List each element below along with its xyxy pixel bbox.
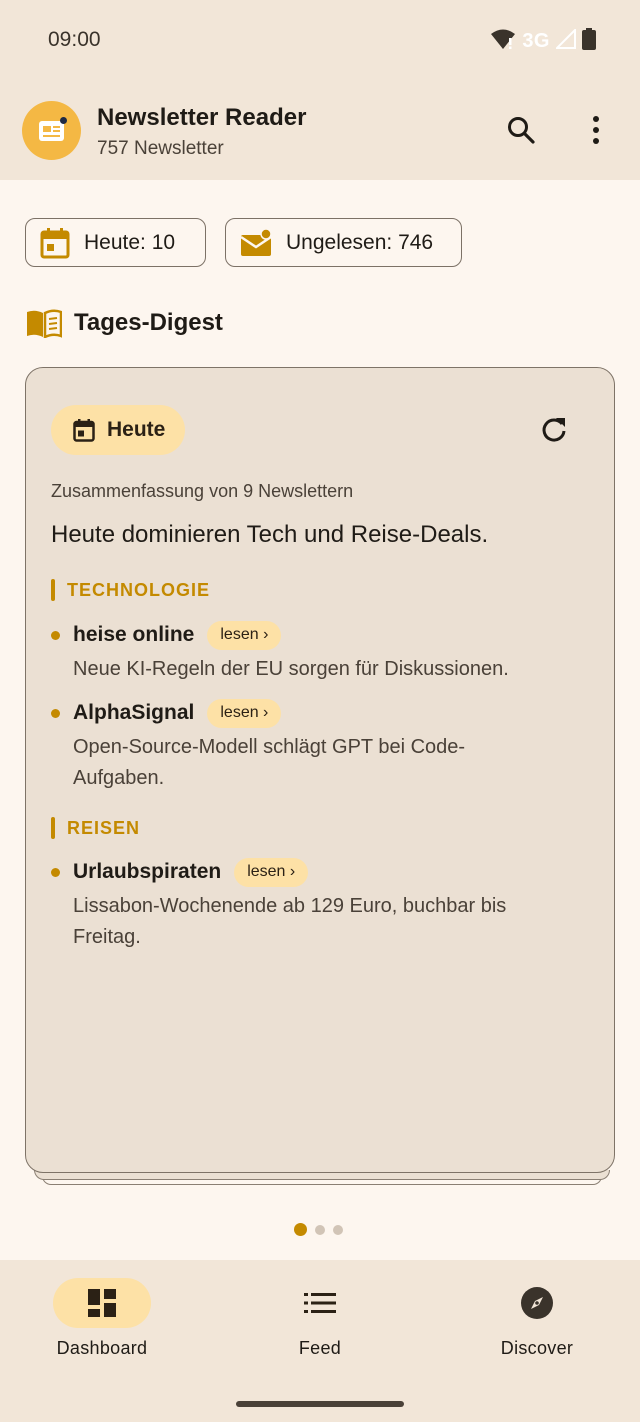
item-summary: Neue KI-Regeln der EU sorgen für Diskuss… [73,658,509,680]
read-button[interactable]: lesen › [207,698,282,728]
newsletter-count: 757 Newsletter [97,138,224,159]
item-source: Urlaubspiraten [73,860,222,883]
nav-item-discover[interactable]: Discover [447,1278,627,1359]
status-bar: 09:00 3G [0,0,640,80]
search-button[interactable] [497,106,545,154]
category-label: REISEN [67,817,141,838]
page-indicator[interactable] [294,1223,343,1236]
unread-chip[interactable]: Ungelesen: 746 [225,218,462,267]
network-type: 3G [522,30,550,52]
today-count-label: Heute: 10 [84,230,176,254]
today-chip[interactable]: Heute: 10 [25,218,206,267]
unread-count-label: Ungelesen: 746 [286,230,434,254]
digest-item: heise online lesen › Neue KI-Regeln der … [51,620,591,685]
section-title: Tages-Digest [74,309,223,336]
battery-icon [582,28,596,55]
digest-section-header: Tages-Digest [26,308,223,338]
mail-unread-icon [240,228,272,256]
day-selector-pill[interactable]: Heute [51,405,185,455]
calendar-icon [40,227,70,258]
app-bar: Newsletter Reader 757 Newsletter [0,80,640,180]
nav-label: Discover [500,1338,574,1358]
more-vert-icon [593,116,599,144]
item-summary: Lissabon-Wochenende ab 129 Euro, buchbar… [73,895,507,948]
gesture-handle[interactable] [236,1401,404,1407]
more-options-button[interactable] [572,106,620,154]
digest-meta: Zusammenfassung von 9 Newslettern [51,481,354,501]
page-dot-active[interactable] [294,1223,307,1236]
category-marker [51,817,55,839]
refresh-button[interactable] [530,406,578,454]
search-icon [508,117,535,144]
read-button[interactable]: lesen › [234,857,309,887]
digest-item: Urlaubspiraten lesen › Lissabon-Wochenen… [51,857,591,953]
status-time: 09:00 [48,28,101,51]
app-title: Newsletter Reader [97,104,307,131]
bullet [51,867,60,877]
wifi-icon [490,28,516,55]
category-header: TECHNOLOGIE [51,579,210,601]
digest-headline: Heute dominieren Tech und Reise-Deals. [51,521,489,548]
status-icons: 3G [490,27,596,55]
signal-icon [554,27,576,54]
item-summary: Open-Source-Modell schlägt GPT bei Code-… [73,736,466,789]
day-label: Heute [107,418,166,441]
refresh-icon [542,418,566,442]
list-icon [304,1293,336,1313]
item-source: heise online [73,623,195,646]
category-marker [51,579,55,601]
book-icon [27,309,62,338]
bottom-navigation: Dashboard Feed Discover [0,1260,640,1422]
read-button[interactable]: lesen › [207,620,282,650]
nav-label: Feed [298,1338,342,1358]
dashboard-icon [88,1289,116,1317]
newsletter-logo-icon [22,101,81,160]
nav-item-dashboard[interactable]: Dashboard [12,1278,192,1359]
digest-item: AlphaSignal lesen › Open-Source-Modell s… [51,698,591,794]
page-dot[interactable] [315,1224,325,1235]
nav-item-feed[interactable]: Feed [230,1278,410,1359]
item-source: AlphaSignal [73,701,195,724]
category-label: TECHNOLOGIE [67,579,211,600]
calendar-icon [73,419,95,442]
nav-label: Dashboard [56,1338,148,1358]
category-header: REISEN [51,817,140,839]
digest-card[interactable]: Heute Zusammenfassung von 9 Newslettern … [25,367,615,1173]
compass-icon [521,1287,553,1319]
bullet [51,708,60,718]
bullet [51,630,60,640]
page-dot[interactable] [333,1224,343,1235]
